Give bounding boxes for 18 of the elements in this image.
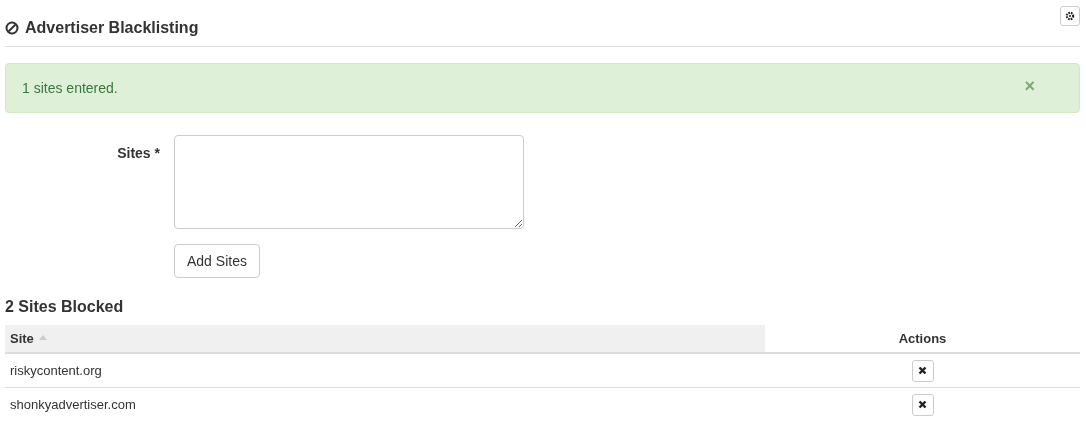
sort-icon bbox=[38, 335, 47, 340]
add-sites-button[interactable]: Add Sites bbox=[174, 244, 260, 278]
settings-button[interactable] bbox=[1060, 6, 1080, 26]
field-label: Sites * bbox=[116, 144, 160, 163]
table-title: 2 Sites Blocked bbox=[5, 298, 125, 316]
sites-field[interactable] bbox=[174, 135, 524, 229]
column-header[interactable]: Actions bbox=[765, 325, 1080, 353]
table-cell: shonkyadvertiser.com bbox=[5, 387, 765, 421]
page-title: Advertiser Blacklisting bbox=[25, 19, 199, 37]
settings-icon bbox=[1065, 11, 1075, 21]
blocked-icon bbox=[5, 21, 19, 35]
table-cell: riskycontent.org bbox=[5, 353, 765, 388]
column-header[interactable]: Site bbox=[5, 325, 765, 353]
delete-button[interactable] bbox=[911, 359, 934, 382]
close-icon bbox=[918, 366, 927, 375]
delete-button[interactable] bbox=[911, 393, 934, 416]
close-icon bbox=[918, 400, 927, 409]
alert-message: 1 sites entered. bbox=[22, 80, 118, 96]
